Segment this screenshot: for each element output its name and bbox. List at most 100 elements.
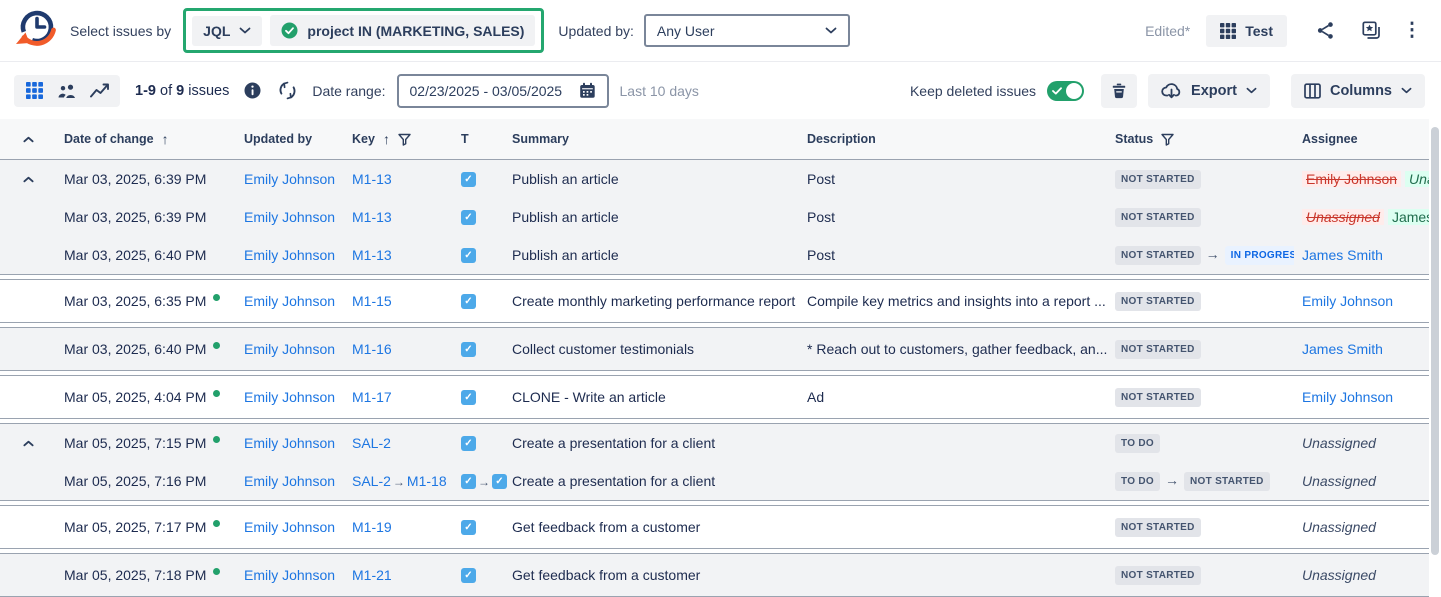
issue-key-link[interactable]: SAL-2 [352,473,391,489]
task-type-checkbox[interactable]: ✓ [461,520,476,535]
updated-by-user-link[interactable]: Emily Johnson [244,341,335,357]
chevron-down-icon [239,27,251,34]
filter-icon[interactable] [1161,133,1174,146]
column-header-key[interactable]: Key ↑ [344,131,449,147]
jql-mode-dropdown[interactable]: JQL [192,16,262,46]
issue-key-cell: M1-19 [344,519,449,535]
assignee-value: Unassigned [1302,519,1376,535]
updated-by-user-link[interactable]: Emily Johnson [244,435,335,451]
issue-type-cell: ✓ [449,567,504,584]
keep-deleted-toggle[interactable] [1047,81,1084,101]
filter-icon[interactable] [398,133,411,146]
star-card-icon [1362,21,1381,40]
task-type-checkbox[interactable]: ✓ [461,568,476,583]
column-header-assignee[interactable]: Assignee [1294,132,1429,146]
change-date: Mar 05, 2025, 4:04 PM [64,389,206,405]
more-options-button[interactable]: ⋮ [1399,15,1425,47]
issue-key-link[interactable]: M1-13 [352,209,392,225]
issue-key-link[interactable]: SAL-2 [352,435,391,451]
column-header-type[interactable]: T [449,132,504,146]
chart-view-button[interactable] [88,81,112,101]
column-header-date[interactable]: Date of change ↑ [56,131,236,147]
task-type-checkbox[interactable]: ✓ [461,474,476,489]
test-report-button[interactable]: Test [1206,15,1287,47]
assignee-link[interactable]: James Smith [1302,247,1383,263]
vertical-scrollbar[interactable] [1431,127,1439,555]
summary-cell: Create a presentation for a client [504,473,799,489]
collapse-group-button[interactable] [0,440,56,447]
issue-type-cell: ✓ [449,209,504,226]
grid-view-icon [26,82,43,99]
kebab-menu-icon: ⋮ [1403,21,1422,40]
task-type-checkbox[interactable]: ✓ [461,294,476,309]
task-type-checkbox[interactable]: ✓ [461,342,476,357]
updated-by-user-link[interactable]: Emily Johnson [244,473,335,489]
collapse-all-button[interactable] [0,136,56,143]
column-header-updated-by[interactable]: Updated by [236,132,344,146]
saved-reports-button[interactable] [1353,15,1389,47]
row-group: Mar 03, 2025, 6:39 PM Emily Johnson M1-13 ✓… [0,159,1429,275]
new-change-dot [213,294,220,301]
sort-ascending-icon[interactable]: ↑ [162,131,169,147]
assignee-link[interactable]: James Smith [1302,341,1383,357]
task-type-checkbox[interactable]: ✓ [461,390,476,405]
export-button-label: Export [1191,83,1237,99]
task-type-checkbox[interactable]: ✓ [461,172,476,187]
info-button[interactable] [240,81,264,101]
chevron-up-icon [23,176,34,183]
updated-by-user-link[interactable]: Emily Johnson [244,293,335,309]
users-icon [57,83,77,99]
export-cloud-icon [1161,82,1182,99]
column-header-description-label: Description [807,132,876,146]
column-header-status[interactable]: Status [1107,132,1294,146]
issue-key-link[interactable]: M1-13 [352,171,392,187]
updated-by-select[interactable]: Any User [644,14,850,47]
issue-key-link[interactable]: M1-19 [352,519,392,535]
column-header-description[interactable]: Description [799,132,1107,146]
export-button[interactable]: Export [1148,74,1270,108]
date-range-input[interactable]: 02/23/2025 - 03/05/2025 [397,74,609,108]
column-header-type-label: T [461,132,469,146]
collapse-group-button[interactable] [0,176,56,183]
date-of-change-cell: Mar 03, 2025, 6:40 PM [56,247,236,263]
issue-type-cell: ✓ [449,519,504,536]
issue-key-link[interactable]: M1-17 [352,389,392,405]
issue-key-link[interactable]: M1-18 [407,473,447,489]
sort-ascending-icon[interactable]: ↑ [383,131,390,147]
new-change-dot [213,342,220,349]
updated-by-user-link[interactable]: Emily Johnson [244,247,335,263]
assignee-link[interactable]: Emily Johnson [1302,389,1393,405]
change-date: Mar 03, 2025, 6:40 PM [64,341,206,357]
column-header-summary[interactable]: Summary [504,132,799,146]
task-type-checkbox[interactable]: ✓ [461,436,476,451]
columns-button[interactable]: Columns [1291,74,1425,108]
issue-key-link[interactable]: M1-13 [352,247,392,263]
updated-by-user-link[interactable]: Emily Johnson [244,209,335,225]
date-range-value: 02/23/2025 - 03/05/2025 [410,83,563,99]
issue-key-link[interactable]: M1-16 [352,341,392,357]
task-type-checkbox[interactable]: ✓ [461,248,476,263]
jql-query-field[interactable]: project IN (MARKETING, SALES) [270,15,535,46]
issue-key-link[interactable]: M1-15 [352,293,392,309]
jql-query-text: project IN (MARKETING, SALES) [307,23,524,39]
issue-key-link[interactable]: M1-21 [352,567,392,583]
change-date: Mar 03, 2025, 6:39 PM [64,171,206,187]
grid-view-button[interactable] [22,81,46,101]
change-date: Mar 03, 2025, 6:39 PM [64,209,206,225]
assignee-link[interactable]: Emily Johnson [1302,293,1393,309]
issue-key-cell: SAL-2→M1-18 [344,473,449,489]
issue-key-cell: M1-21 [344,567,449,583]
users-view-button[interactable] [55,81,79,101]
column-header-status-label: Status [1115,132,1153,146]
share-button[interactable] [1307,15,1343,47]
assignee-cell: Unassigned [1294,567,1429,583]
updated-by-cell: Emily Johnson [236,389,344,405]
updated-by-user-link[interactable]: Emily Johnson [244,567,335,583]
updated-by-user-link[interactable]: Emily Johnson [244,389,335,405]
delete-button[interactable] [1101,74,1137,108]
issue-key-cell: M1-15 [344,293,449,309]
task-type-checkbox[interactable]: ✓ [461,210,476,225]
updated-by-user-link[interactable]: Emily Johnson [244,171,335,187]
updated-by-user-link[interactable]: Emily Johnson [244,519,335,535]
refresh-button[interactable] [275,81,299,101]
